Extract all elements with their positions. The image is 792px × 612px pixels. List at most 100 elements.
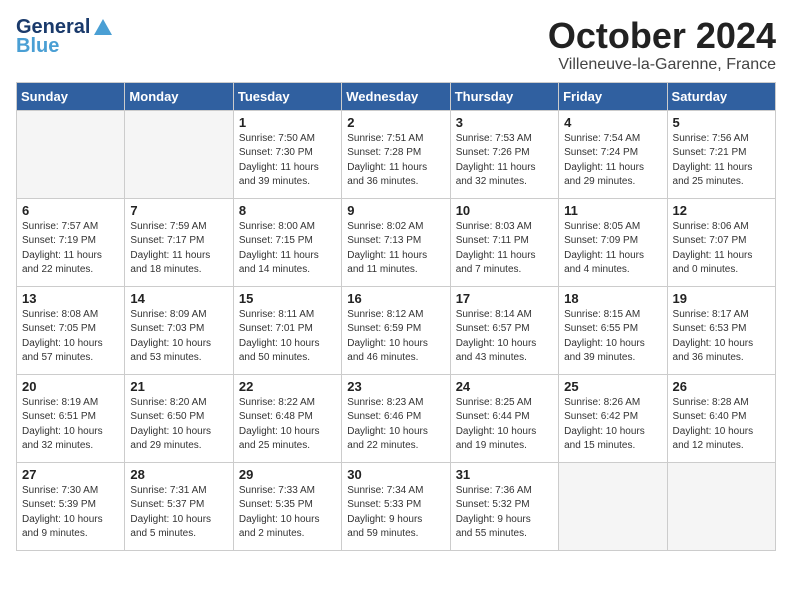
day-info: Sunrise: 7:30 AM Sunset: 5:39 PM Dayligh… (22, 484, 119, 542)
calendar-cell: 28 Sunrise: 7:31 AM Sunset: 5:37 PM Dayli… (125, 462, 233, 550)
day-info: Sunrise: 8:05 AM Sunset: 7:09 PM Dayligh… (564, 220, 661, 278)
week-row-1: 1 Sunrise: 7:50 AM Sunset: 7:30 PM Daylig… (17, 110, 776, 198)
day-number: 4 (564, 115, 661, 130)
day-info: Sunrise: 7:50 AM Sunset: 7:30 PM Dayligh… (239, 132, 336, 190)
calendar-cell: 3 Sunrise: 7:53 AM Sunset: 7:26 PM Daylig… (450, 110, 558, 198)
column-header-tuesday: Tuesday (233, 82, 341, 110)
day-number: 19 (673, 291, 770, 306)
column-header-saturday: Saturday (667, 82, 775, 110)
calendar-cell: 22Sunrise: 8:22 AM Sunset: 6:48 PM Dayli… (233, 374, 341, 462)
day-info: Sunrise: 8:09 AM Sunset: 7:03 PM Dayligh… (130, 308, 227, 366)
week-row-5: 27 Sunrise: 7:30 AM Sunset: 5:39 PM Dayli… (17, 462, 776, 550)
day-number: 17 (456, 291, 553, 306)
calendar-cell: 6 Sunrise: 7:57 AM Sunset: 7:19 PM Daylig… (17, 198, 125, 286)
day-number: 5 (673, 115, 770, 130)
day-info: Sunrise: 7:31 AM Sunset: 5:37 PM Dayligh… (130, 484, 227, 542)
calendar-cell (559, 462, 667, 550)
day-info: Sunrise: 8:12 AM Sunset: 6:59 PM Dayligh… (347, 308, 444, 366)
day-number: 25 (564, 379, 661, 394)
day-number: 21 (130, 379, 227, 394)
header-row: SundayMondayTuesdayWednesdayThursdayFrid… (17, 82, 776, 110)
day-info: Sunrise: 8:00 AM Sunset: 7:15 PM Dayligh… (239, 220, 336, 278)
calendar-cell (667, 462, 775, 550)
day-number: 10 (456, 203, 553, 218)
day-info: Sunrise: 7:53 AM Sunset: 7:26 PM Dayligh… (456, 132, 553, 190)
calendar-cell: 21 Sunrise: 8:20 AM Sunset: 6:50 PM Dayli… (125, 374, 233, 462)
day-number: 23 (347, 379, 444, 394)
day-number: 26 (673, 379, 770, 394)
calendar-cell: 17Sunrise: 8:14 AM Sunset: 6:57 PM Dayli… (450, 286, 558, 374)
day-info: Sunrise: 7:59 AM Sunset: 7:17 PM Dayligh… (130, 220, 227, 278)
title-area: October 2024 Villeneuve-la-Garenne, Fran… (548, 16, 776, 74)
day-info: Sunrise: 7:51 AM Sunset: 7:28 PM Dayligh… (347, 132, 444, 190)
day-number: 28 (130, 467, 227, 482)
day-number: 3 (456, 115, 553, 130)
day-info: Sunrise: 7:56 AM Sunset: 7:21 PM Dayligh… (673, 132, 770, 190)
day-number: 8 (239, 203, 336, 218)
day-info: Sunrise: 8:17 AM Sunset: 6:53 PM Dayligh… (673, 308, 770, 366)
calendar-cell: 30Sunrise: 7:34 AM Sunset: 5:33 PM Dayli… (342, 462, 450, 550)
day-info: Sunrise: 8:23 AM Sunset: 6:46 PM Dayligh… (347, 396, 444, 454)
day-info: Sunrise: 8:11 AM Sunset: 7:01 PM Dayligh… (239, 308, 336, 366)
day-number: 20 (22, 379, 119, 394)
day-info: Sunrise: 8:20 AM Sunset: 6:50 PM Dayligh… (130, 396, 227, 454)
calendar-cell: 20 Sunrise: 8:19 AM Sunset: 6:51 PM Dayli… (17, 374, 125, 462)
week-row-3: 13Sunrise: 8:08 AM Sunset: 7:05 PM Dayli… (17, 286, 776, 374)
day-number: 15 (239, 291, 336, 306)
calendar-cell: 31 Sunrise: 7:36 AM Sunset: 5:32 PM Dayli… (450, 462, 558, 550)
calendar-cell: 15 Sunrise: 8:11 AM Sunset: 7:01 PM Dayli… (233, 286, 341, 374)
day-info: Sunrise: 8:25 AM Sunset: 6:44 PM Dayligh… (456, 396, 553, 454)
day-number: 12 (673, 203, 770, 218)
location-title: Villeneuve-la-Garenne, France (548, 56, 776, 74)
calendar-cell: 23 Sunrise: 8:23 AM Sunset: 6:46 PM Dayli… (342, 374, 450, 462)
day-number: 24 (456, 379, 553, 394)
calendar-table: SundayMondayTuesdayWednesdayThursdayFrid… (16, 82, 776, 551)
day-info: Sunrise: 7:57 AM Sunset: 7:19 PM Dayligh… (22, 220, 119, 278)
day-number: 30 (347, 467, 444, 482)
day-number: 29 (239, 467, 336, 482)
day-info: Sunrise: 8:15 AM Sunset: 6:55 PM Dayligh… (564, 308, 661, 366)
day-number: 11 (564, 203, 661, 218)
calendar-cell: 2 Sunrise: 7:51 AM Sunset: 7:28 PM Daylig… (342, 110, 450, 198)
day-info: Sunrise: 8:02 AM Sunset: 7:13 PM Dayligh… (347, 220, 444, 278)
calendar-cell: 12 Sunrise: 8:06 AM Sunset: 7:07 PM Dayli… (667, 198, 775, 286)
calendar-cell: 27 Sunrise: 7:30 AM Sunset: 5:39 PM Dayli… (17, 462, 125, 550)
column-header-monday: Monday (125, 82, 233, 110)
calendar-cell: 25 Sunrise: 8:26 AM Sunset: 6:42 PM Dayli… (559, 374, 667, 462)
calendar-cell: 24 Sunrise: 8:25 AM Sunset: 6:44 PM Dayli… (450, 374, 558, 462)
logo-area: General Blue (16, 16, 114, 58)
calendar-cell: 1 Sunrise: 7:50 AM Sunset: 7:30 PM Daylig… (233, 110, 341, 198)
day-info: Sunrise: 8:06 AM Sunset: 7:07 PM Dayligh… (673, 220, 770, 278)
calendar-cell: 29 Sunrise: 7:33 AM Sunset: 5:35 PM Dayli… (233, 462, 341, 550)
day-number: 31 (456, 467, 553, 482)
logo-blue: Blue (16, 35, 59, 58)
day-number: 2 (347, 115, 444, 130)
day-number: 27 (22, 467, 119, 482)
calendar-cell: 10 Sunrise: 8:03 AM Sunset: 7:11 PM Dayli… (450, 198, 558, 286)
column-header-wednesday: Wednesday (342, 82, 450, 110)
day-number: 13 (22, 291, 119, 306)
calendar-cell: 26 Sunrise: 8:28 AM Sunset: 6:40 PM Dayli… (667, 374, 775, 462)
calendar-cell: 18Sunrise: 8:15 AM Sunset: 6:55 PM Dayli… (559, 286, 667, 374)
day-number: 1 (239, 115, 336, 130)
day-info: Sunrise: 8:19 AM Sunset: 6:51 PM Dayligh… (22, 396, 119, 454)
day-info: Sunrise: 8:03 AM Sunset: 7:11 PM Dayligh… (456, 220, 553, 278)
day-number: 6 (22, 203, 119, 218)
day-number: 16 (347, 291, 444, 306)
day-info: Sunrise: 8:26 AM Sunset: 6:42 PM Dayligh… (564, 396, 661, 454)
calendar-cell: 4Sunrise: 7:54 AM Sunset: 7:24 PM Daylig… (559, 110, 667, 198)
month-title: October 2024 (548, 16, 776, 56)
calendar-cell: 9 Sunrise: 8:02 AM Sunset: 7:13 PM Daylig… (342, 198, 450, 286)
week-row-4: 20 Sunrise: 8:19 AM Sunset: 6:51 PM Dayli… (17, 374, 776, 462)
calendar-cell (125, 110, 233, 198)
column-header-friday: Friday (559, 82, 667, 110)
day-info: Sunrise: 7:33 AM Sunset: 5:35 PM Dayligh… (239, 484, 336, 542)
calendar-cell: 11 Sunrise: 8:05 AM Sunset: 7:09 PM Dayli… (559, 198, 667, 286)
day-info: Sunrise: 8:22 AM Sunset: 6:48 PM Dayligh… (239, 396, 336, 454)
day-info: Sunrise: 7:36 AM Sunset: 5:32 PM Dayligh… (456, 484, 553, 542)
day-info: Sunrise: 8:28 AM Sunset: 6:40 PM Dayligh… (673, 396, 770, 454)
calendar-cell: 16 Sunrise: 8:12 AM Sunset: 6:59 PM Dayli… (342, 286, 450, 374)
calendar-cell: 19 Sunrise: 8:17 AM Sunset: 6:53 PM Dayli… (667, 286, 775, 374)
calendar-cell: 7Sunrise: 7:59 AM Sunset: 7:17 PM Daylig… (125, 198, 233, 286)
day-number: 9 (347, 203, 444, 218)
